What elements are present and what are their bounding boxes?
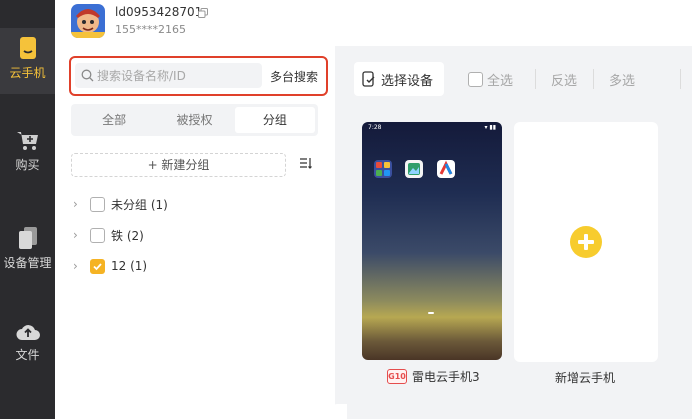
select-all-button[interactable]: 全选 xyxy=(468,70,513,89)
group-checkbox[interactable] xyxy=(90,196,105,212)
group-checkbox[interactable] xyxy=(90,258,105,274)
cloud-upload-icon xyxy=(16,325,40,340)
device-name: 雷电云手机3 xyxy=(412,370,480,384)
rail-item-cloud-phone[interactable]: 云手机 xyxy=(0,28,55,94)
group-tabs: 全部 被授权 分组 xyxy=(71,104,318,136)
rail-item-label: 文件 xyxy=(15,348,40,362)
search-icon xyxy=(81,69,94,82)
new-group-button[interactable]: + 新建分组 xyxy=(71,153,286,177)
left-nav-rail: 云手机 购买 设备管理 文件 xyxy=(0,0,55,419)
select-all-label: 全选 xyxy=(487,74,514,89)
rail-item-buy[interactable]: 购买 xyxy=(0,130,55,173)
user-phone: 155****2165 xyxy=(115,23,186,36)
store-app-icon xyxy=(437,160,455,178)
chevron-right-icon[interactable]: › xyxy=(73,259,83,273)
device-list-area: 选择设备 全选 反选 多选 7:28 ▾ ▮▮ xyxy=(333,46,692,419)
device-name-row: G10 雷电云手机3 xyxy=(387,368,480,385)
statusbar-icons: ▾ ▮▮ xyxy=(484,124,496,131)
user-header: ld0953428701 155****2165 xyxy=(55,0,692,46)
group-row-ungrouped[interactable]: › 未分组 (1) xyxy=(73,194,168,214)
group-row-tie[interactable]: › 铁 (2) xyxy=(73,225,144,245)
add-cloud-phone-card[interactable] xyxy=(514,122,658,362)
group-row-12[interactable]: › 12 (1) xyxy=(73,256,147,276)
collapse-handle[interactable] xyxy=(333,404,347,419)
group-label: 12 (1) xyxy=(111,259,148,273)
rail-item-label: 云手机 xyxy=(9,66,46,80)
avatar[interactable] xyxy=(71,4,105,38)
multi-select-button[interactable]: 多选 xyxy=(609,70,635,89)
cart-icon xyxy=(16,132,38,150)
toolbar-divider xyxy=(680,69,681,89)
chevron-right-icon[interactable]: › xyxy=(73,197,83,211)
group-checkbox[interactable] xyxy=(90,227,105,243)
select-all-checkbox[interactable] xyxy=(468,72,483,87)
search-area: 搜索设备名称/ID 多台搜索 xyxy=(69,56,328,96)
rail-item-label: 设备管理 xyxy=(3,256,52,270)
phone-icon xyxy=(19,37,36,59)
tab-all[interactable]: 全部 xyxy=(74,107,154,133)
home-indicator xyxy=(428,312,434,314)
add-icon[interactable] xyxy=(570,226,602,258)
toolbar-divider xyxy=(535,69,536,89)
rail-item-device-manage[interactable]: 设备管理 xyxy=(0,226,55,271)
username: ld0953428701 xyxy=(115,5,203,19)
search-input[interactable]: 搜索设备名称/ID xyxy=(75,63,262,88)
chevron-right-icon[interactable]: › xyxy=(73,228,83,242)
select-device-icon xyxy=(362,71,375,87)
device-manage-icon xyxy=(18,227,37,249)
rail-item-files[interactable]: 文件 xyxy=(0,320,55,363)
add-cloud-phone-label: 新增云手机 xyxy=(555,371,616,385)
copy-icon[interactable] xyxy=(198,8,208,18)
tab-authorized[interactable]: 被授权 xyxy=(154,107,234,133)
device-screen-preview[interactable]: 7:28 ▾ ▮▮ xyxy=(362,122,502,360)
group-label: 铁 (2) xyxy=(111,228,144,243)
multi-search-button[interactable]: 多台搜索 xyxy=(270,68,318,85)
app-folder-icon xyxy=(374,160,392,178)
device-group-panel: 搜索设备名称/ID 多台搜索 全部 被授权 分组 + 新建分组 › 未分组 (1… xyxy=(55,46,335,419)
search-placeholder: 搜索设备名称/ID xyxy=(97,69,186,83)
toolbar-divider xyxy=(593,69,594,89)
sort-icon[interactable] xyxy=(299,156,313,170)
select-device-label: 选择设备 xyxy=(381,73,434,89)
invert-select-button[interactable]: 反选 xyxy=(551,70,577,89)
tab-groups[interactable]: 分组 xyxy=(234,107,315,133)
device-model-badge: G10 xyxy=(387,369,407,384)
device-card[interactable]: 7:28 ▾ ▮▮ xyxy=(362,122,502,360)
statusbar-time: 7:28 xyxy=(368,124,382,131)
select-device-button[interactable]: 选择设备 xyxy=(354,62,444,96)
check-icon xyxy=(93,262,102,270)
group-label: 未分组 (1) xyxy=(111,197,168,212)
rail-item-label: 购买 xyxy=(15,158,40,172)
gallery-app-icon xyxy=(405,160,423,178)
